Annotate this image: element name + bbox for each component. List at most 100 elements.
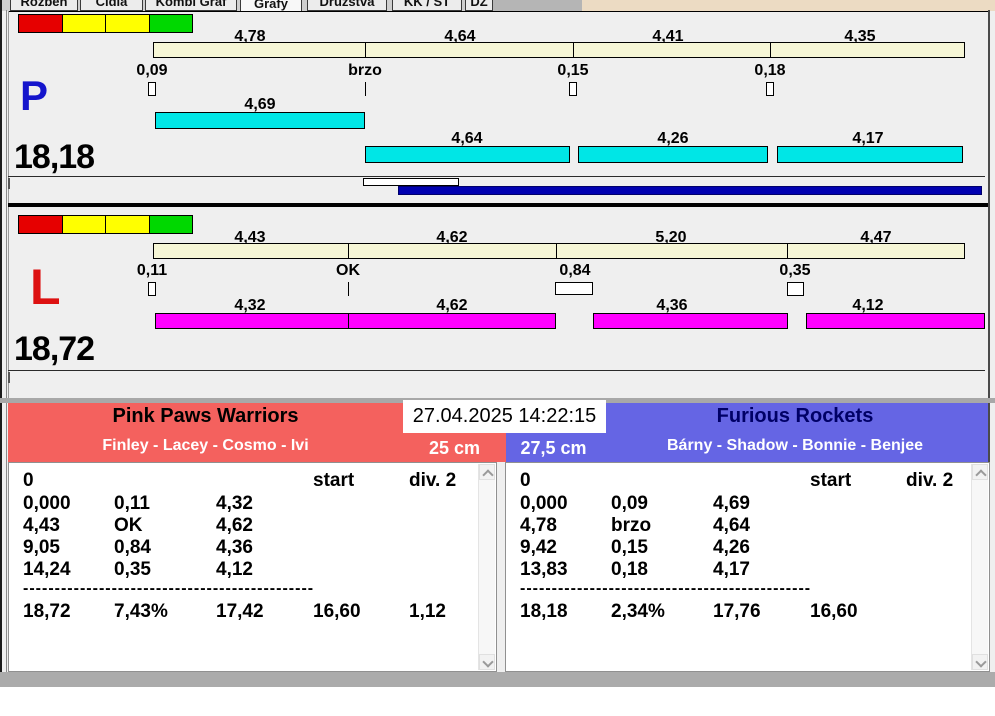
scroll-down-button[interactable] bbox=[972, 654, 988, 670]
table-cell: 4,26 bbox=[713, 537, 750, 558]
table-cell: OK bbox=[114, 515, 143, 536]
segment-divider bbox=[573, 43, 574, 57]
traffic-yellow-cell bbox=[106, 216, 150, 233]
traffic-red-cell bbox=[19, 216, 63, 233]
left-edge-tick bbox=[8, 372, 10, 383]
segment-divider bbox=[556, 244, 557, 258]
desktop-behind-window bbox=[582, 0, 995, 11]
table-cell: 4,17 bbox=[713, 559, 750, 580]
lane-p-baseline bbox=[8, 176, 985, 177]
p-dog-bar bbox=[155, 112, 365, 129]
table-cell: 4,43 bbox=[23, 515, 60, 536]
scroll-up-button[interactable] bbox=[972, 464, 988, 481]
total-cell: 2,34% bbox=[611, 601, 665, 622]
traffic-green-cell bbox=[149, 216, 192, 233]
tab-label: Grafy bbox=[254, 0, 288, 11]
table-cell: 9,42 bbox=[520, 537, 557, 558]
table-cell: 0,84 bbox=[114, 537, 151, 558]
tab-kk-st[interactable]: KK / ST bbox=[392, 0, 462, 11]
team-left-results-table[interactable]: 0 start div. 2 0,000 0,11 4,32 4,43 OK 4… bbox=[8, 462, 497, 672]
traffic-yellow-cell bbox=[62, 15, 106, 32]
scrollbar[interactable] bbox=[478, 464, 495, 670]
lane-l-baseline bbox=[8, 370, 985, 371]
table-cell: 9,05 bbox=[23, 537, 60, 558]
tab-kombi-graf[interactable]: Kombi Graf bbox=[145, 0, 237, 11]
table-cell: 4,32 bbox=[216, 493, 253, 514]
p-split-mark: 0,09 bbox=[136, 62, 168, 79]
timestamp: 27.04.2025 14:22:15 bbox=[403, 400, 606, 433]
lane-divider bbox=[8, 203, 988, 207]
scrollbar[interactable] bbox=[971, 464, 988, 670]
tab-rozbeh[interactable]: Rozběh bbox=[10, 0, 78, 11]
lane-p-letter: P bbox=[20, 72, 49, 119]
total-cell: 7,43% bbox=[114, 601, 168, 622]
p-change-tick bbox=[365, 82, 366, 96]
table-cell: 4,62 bbox=[216, 515, 253, 536]
scroll-up-button[interactable] bbox=[479, 464, 495, 481]
tab-druzstva[interactable]: Družstva bbox=[307, 0, 387, 11]
p-split-mark: 0,15 bbox=[557, 62, 589, 79]
team-right-results-table[interactable]: 0 start div. 2 0,000 0,09 4,69 4,78 brzo… bbox=[505, 462, 990, 672]
p-split-mark: 0,18 bbox=[754, 62, 786, 79]
table-cell: 0,11 bbox=[114, 493, 150, 514]
table-separator: ----------------------------------------… bbox=[520, 580, 812, 597]
l-dog-bar-pair bbox=[155, 313, 556, 329]
table-cell: 4,64 bbox=[713, 515, 750, 536]
tab-label: KK / ST bbox=[403, 0, 451, 9]
table-cell: 0,35 bbox=[114, 559, 151, 580]
l-segment-bar bbox=[153, 243, 965, 259]
p-change-mark bbox=[569, 82, 577, 96]
lane-p-traffic-light bbox=[18, 14, 193, 33]
tab-cidla[interactable]: Čidla bbox=[80, 0, 143, 11]
scroll-down-button[interactable] bbox=[479, 654, 495, 670]
team-right-jump-height: 27,5 cm bbox=[520, 438, 587, 458]
tab-label: Družstva bbox=[319, 0, 375, 9]
table-cell: 0,000 bbox=[23, 493, 71, 514]
table-cell: div. 2 bbox=[409, 470, 457, 491]
lane-l-total: 18,72 bbox=[14, 330, 95, 368]
table-cell: 0,18 bbox=[611, 559, 648, 580]
l-change-tick bbox=[348, 282, 349, 296]
traffic-green-cell bbox=[149, 15, 192, 32]
team-left-members: Finley - Lacey - Cosmo - Ivi bbox=[102, 437, 309, 454]
segment-divider bbox=[787, 244, 788, 258]
p-progress-bar bbox=[398, 186, 982, 195]
l-dog-bar bbox=[806, 313, 985, 329]
table-cell: 0 bbox=[23, 470, 34, 491]
team-right-name: Furious Rockets bbox=[716, 405, 874, 427]
total-cell: 17,76 bbox=[713, 601, 761, 622]
p-dog-bar bbox=[365, 146, 570, 163]
team-right-members: Bárny - Shadow - Bonnie - Benjee bbox=[666, 437, 924, 454]
l-change-mark-wide bbox=[555, 282, 593, 295]
window-left-inner-border bbox=[6, 10, 7, 687]
app-window: Rozběh Čidla Kombi Graf Grafy Družstva K… bbox=[0, 0, 995, 716]
l-change-mark bbox=[787, 282, 804, 296]
p-dog-bar bbox=[578, 146, 768, 163]
l-split-mark: 0,35 bbox=[779, 262, 811, 279]
p-segment-bar bbox=[153, 42, 965, 58]
p-dog-bar bbox=[777, 146, 963, 163]
team-left-jump-height: 25 cm bbox=[428, 438, 481, 458]
tab-label: Čidla bbox=[95, 0, 128, 9]
table-cell: 4,69 bbox=[713, 493, 750, 514]
lane-l-letter: L bbox=[30, 259, 61, 315]
traffic-yellow-cell bbox=[62, 216, 106, 233]
table-separator: ----------------------------------------… bbox=[23, 580, 315, 597]
table-cell: 4,12 bbox=[216, 559, 253, 580]
traffic-yellow-cell bbox=[106, 15, 150, 32]
left-edge-tick bbox=[8, 178, 10, 189]
segment-divider bbox=[348, 244, 349, 258]
p-change-mark bbox=[148, 82, 156, 96]
traffic-red-cell bbox=[19, 15, 63, 32]
table-cell: 4,36 bbox=[216, 537, 253, 558]
table-cell: div. 2 bbox=[906, 470, 954, 491]
segment-divider bbox=[770, 43, 771, 57]
tab-label: Rozběh bbox=[20, 0, 68, 9]
tab-label: Kombi Graf bbox=[155, 0, 227, 9]
p-change-mark bbox=[766, 82, 774, 96]
tab-dz[interactable]: DZ bbox=[465, 0, 493, 11]
l-change-mark bbox=[148, 282, 156, 296]
table-cell: start bbox=[313, 470, 355, 491]
tab-grafy[interactable]: Grafy bbox=[240, 0, 302, 11]
p-progress-outline-bar bbox=[363, 178, 459, 186]
